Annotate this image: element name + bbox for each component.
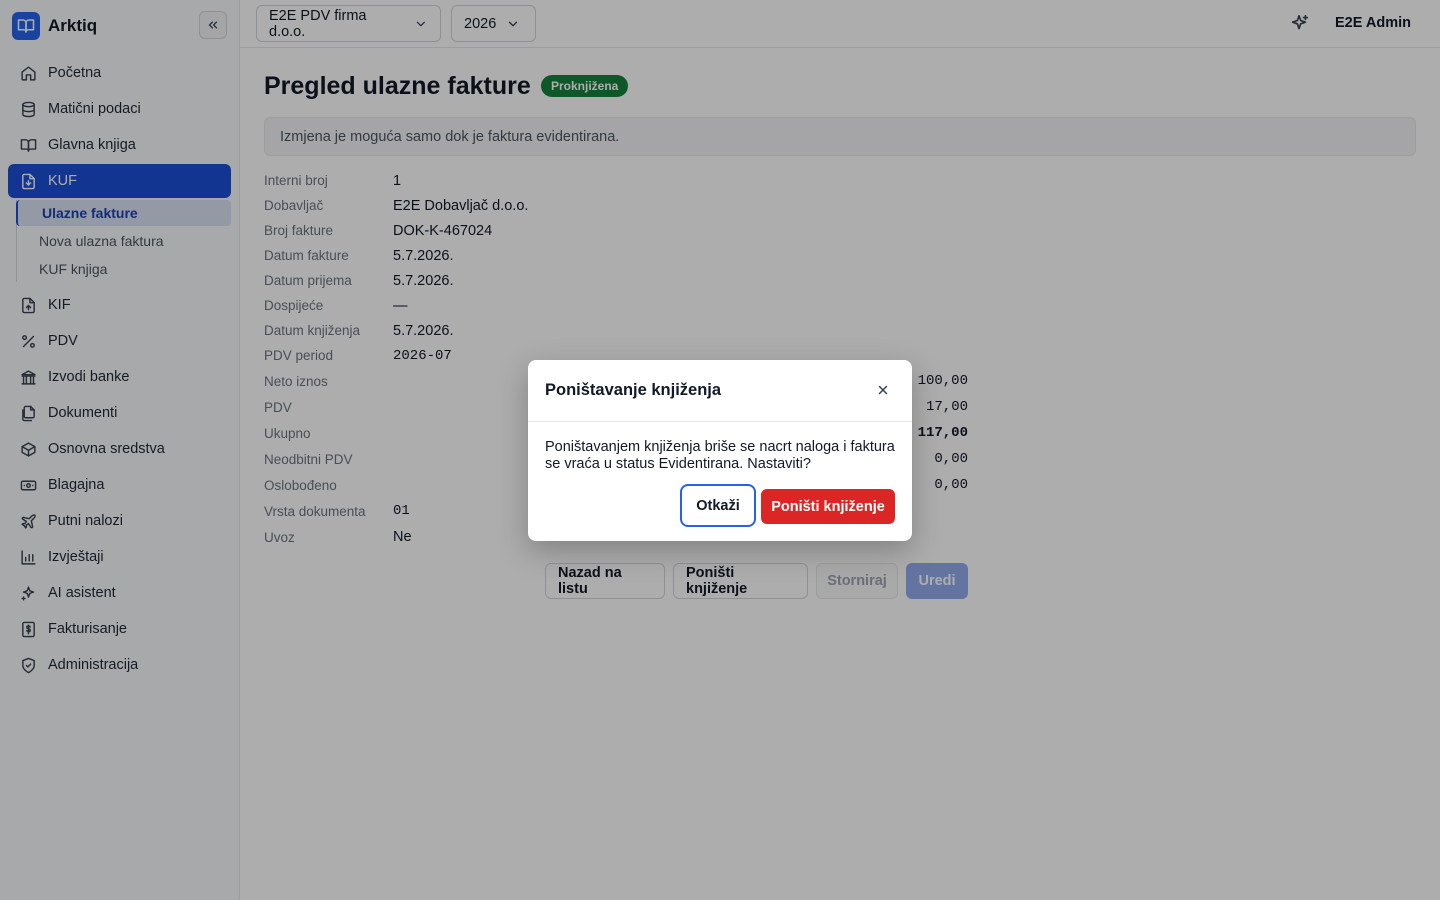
dialog-message: Poništavanjem knjiženja briše se nacrt n… bbox=[545, 439, 895, 472]
close-icon bbox=[878, 385, 888, 395]
confirm-unpost-button[interactable]: Poništi knjiženje bbox=[761, 489, 895, 524]
close-button[interactable] bbox=[876, 383, 890, 397]
dialog-title: Poništavanje knjiženja bbox=[545, 381, 722, 399]
cancel-button[interactable]: Otkaži bbox=[680, 484, 756, 527]
divider bbox=[528, 421, 912, 422]
confirm-dialog: Poništavanje knjiženja Poništavanjem knj… bbox=[528, 360, 912, 541]
